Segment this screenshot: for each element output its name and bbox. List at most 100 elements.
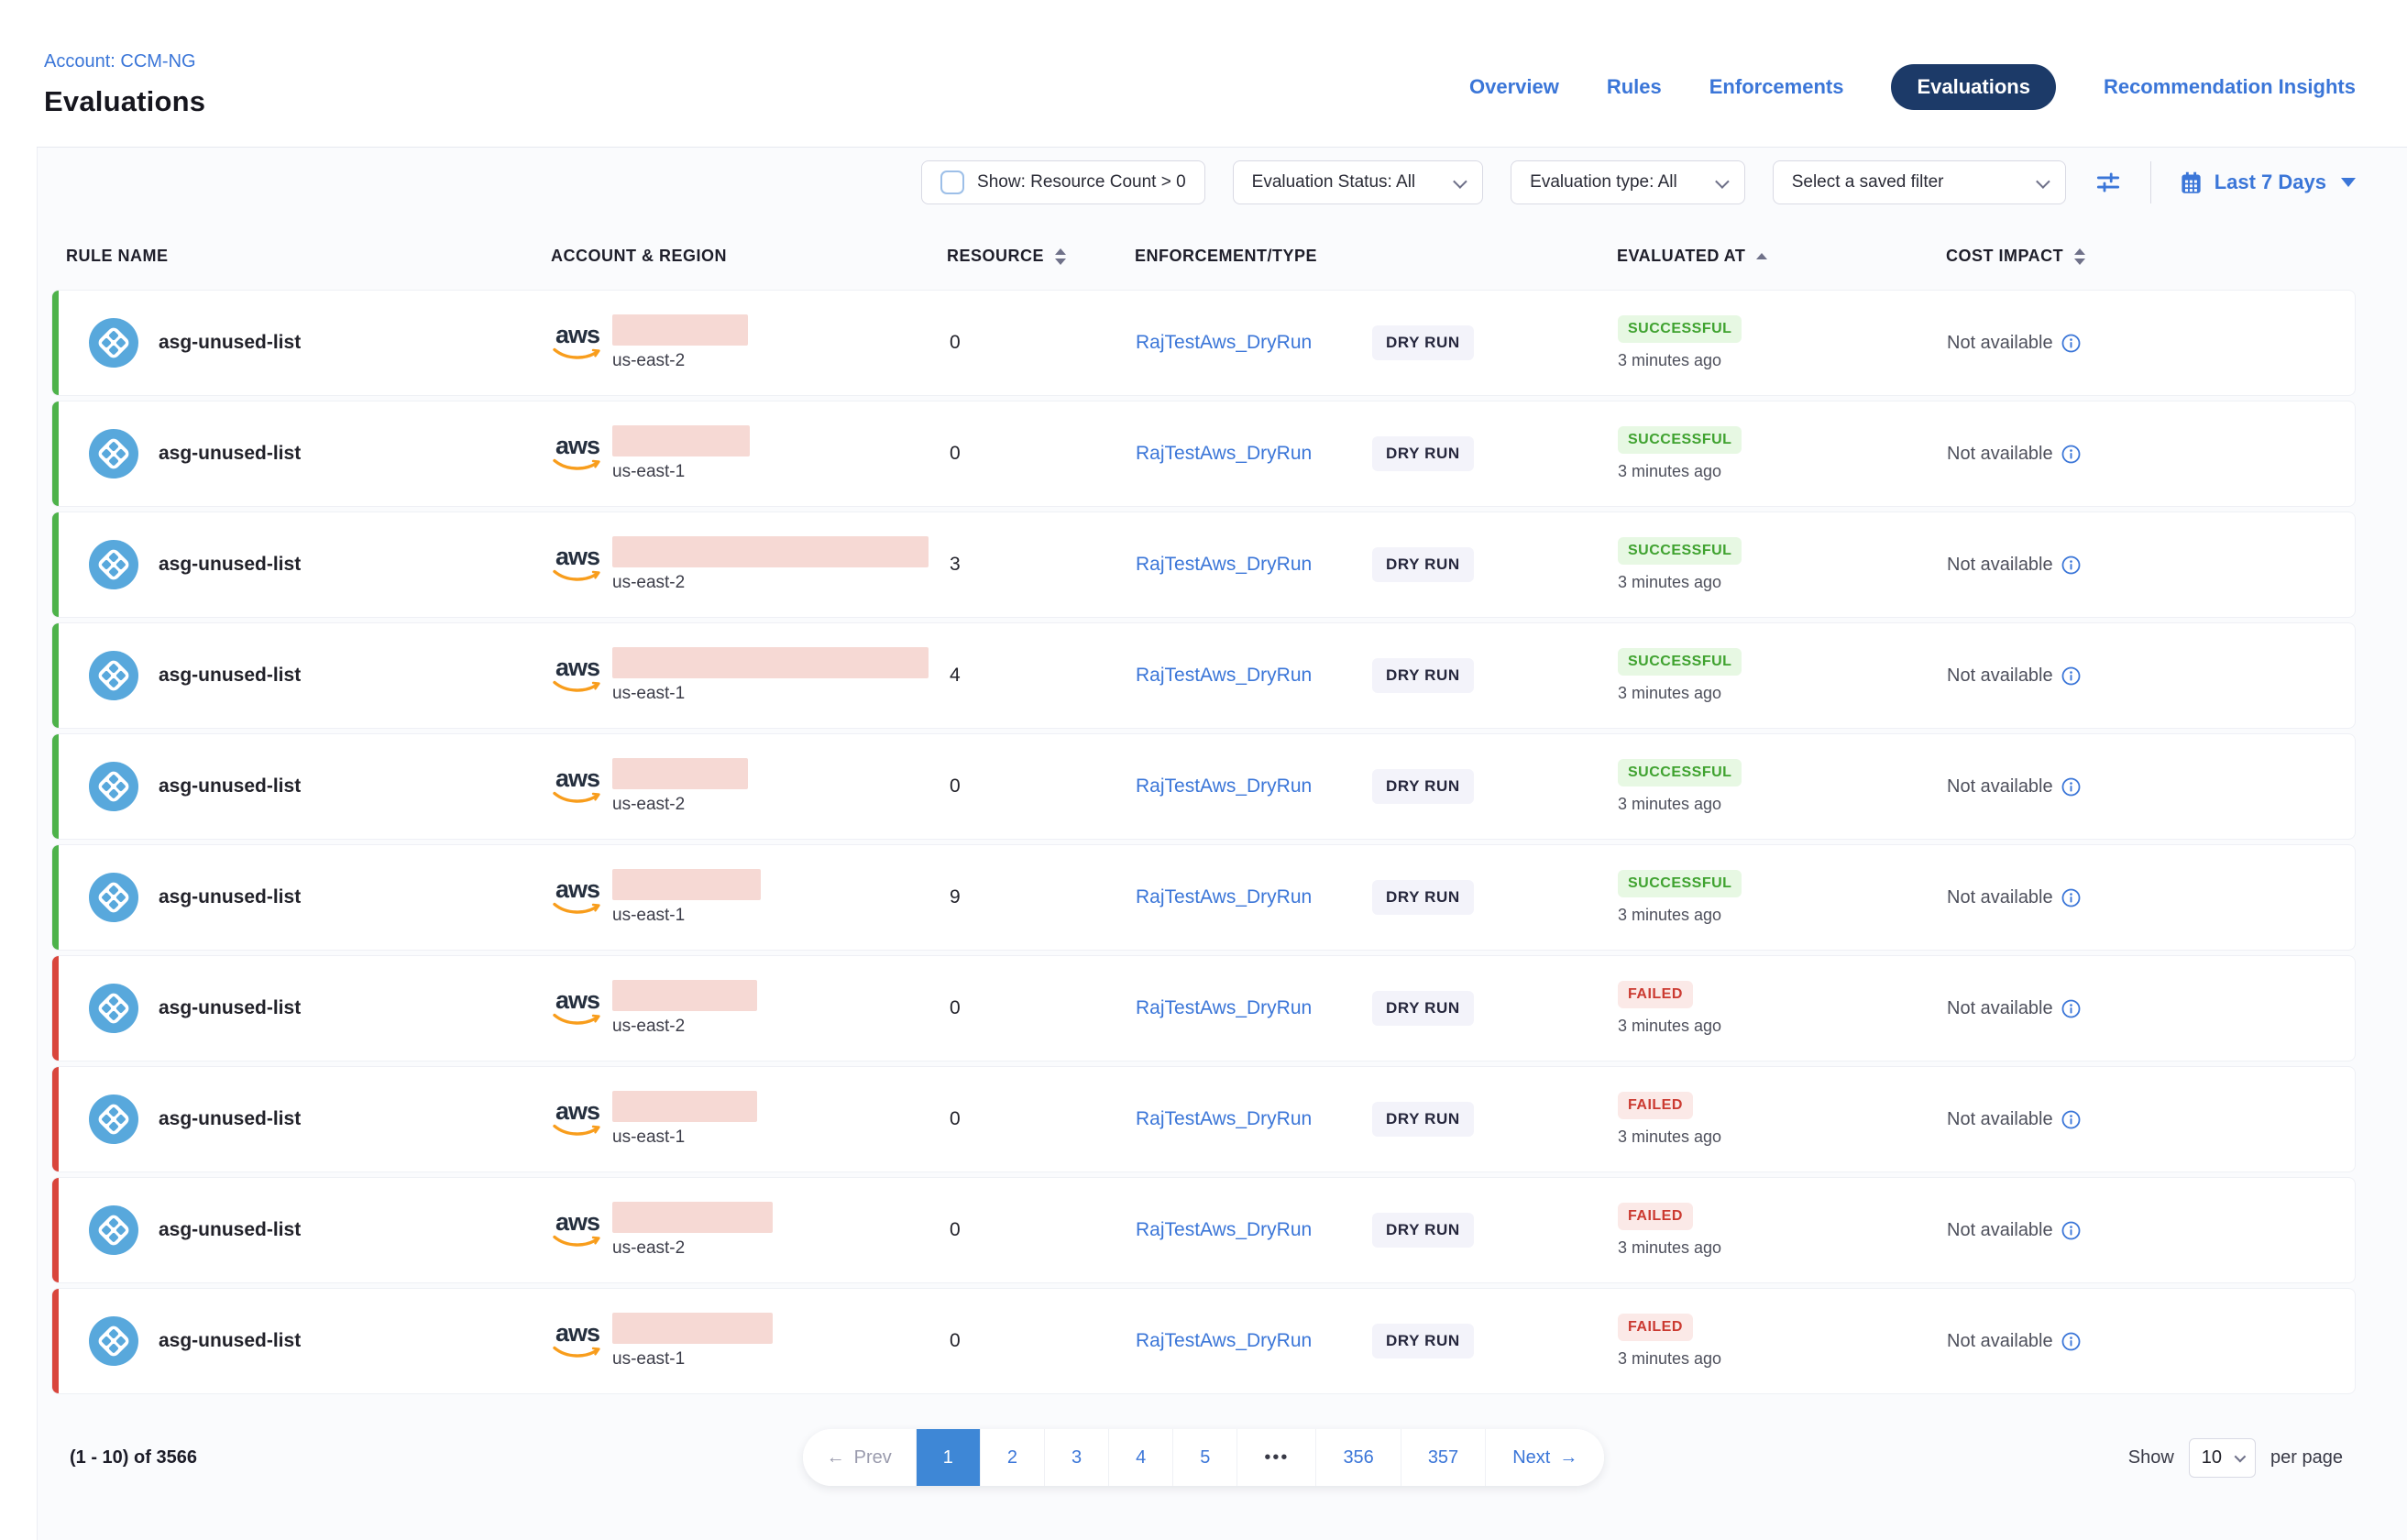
resource-count: 0 xyxy=(950,332,961,354)
table-row[interactable]: asg-unused-list aws us-east-2 3 RajTestA… xyxy=(51,512,2356,618)
page-size-select[interactable]: 10 xyxy=(2189,1438,2256,1478)
info-icon[interactable] xyxy=(2061,556,2081,575)
evaluation-type-badge: DRY RUN xyxy=(1372,769,1474,804)
chevron-down-icon xyxy=(2036,174,2050,189)
region-label: us-east-1 xyxy=(612,684,929,704)
resource-count-filter[interactable]: Show: Resource Count > 0 xyxy=(921,160,1205,204)
table-row[interactable]: asg-unused-list aws us-east-1 0 RajTestA… xyxy=(51,1288,2356,1394)
info-icon[interactable] xyxy=(2061,999,2081,1018)
enforcement-link[interactable]: RajTestAws_DryRun xyxy=(1136,443,1372,465)
tab-overview[interactable]: Overview xyxy=(1469,75,1559,99)
aws-logo: aws xyxy=(552,1210,603,1248)
evaluated-time: 3 minutes ago xyxy=(1618,684,1721,703)
page-button-2[interactable]: 2 xyxy=(980,1429,1044,1486)
evaluation-type-badge: DRY RUN xyxy=(1372,436,1474,471)
chevron-down-icon xyxy=(2235,1450,2247,1462)
aws-logo: aws xyxy=(552,877,603,916)
enforcement-link[interactable]: RajTestAws_DryRun xyxy=(1136,1330,1372,1352)
page-button-1[interactable]: 1 xyxy=(916,1429,980,1486)
aws-logo: aws xyxy=(552,1321,603,1359)
saved-filter-select[interactable]: Select a saved filter xyxy=(1773,160,2066,204)
resource-count: 4 xyxy=(950,665,961,687)
cost-impact-value: Not available xyxy=(1947,555,2053,576)
rule-name: asg-unused-list xyxy=(159,1219,301,1241)
chevron-down-icon xyxy=(1453,174,1467,189)
page-ellipsis-button[interactable]: ••• xyxy=(1236,1429,1315,1486)
status-badge: SUCCESSFUL xyxy=(1618,759,1742,786)
cost-impact-value: Not available xyxy=(1947,887,2053,908)
region-label: us-east-2 xyxy=(612,351,748,371)
table-row[interactable]: asg-unused-list aws us-east-2 0 RajTestA… xyxy=(51,955,2356,1062)
enforcement-link[interactable]: RajTestAws_DryRun xyxy=(1136,554,1372,576)
evaluation-type-badge: DRY RUN xyxy=(1372,991,1474,1026)
rule-name: asg-unused-list xyxy=(159,332,301,354)
resource-count-filter-label: Show: Resource Count > 0 xyxy=(977,172,1186,192)
page-header: Account: CCM-NG Evaluations Overview Rul… xyxy=(0,0,2407,147)
enforcement-link[interactable]: RajTestAws_DryRun xyxy=(1136,776,1372,798)
cost-impact-value: Not available xyxy=(1947,1109,2053,1130)
governance-rule-icon xyxy=(89,318,138,368)
table-row[interactable]: asg-unused-list aws us-east-1 9 RajTestA… xyxy=(51,844,2356,951)
rule-name: asg-unused-list xyxy=(159,776,301,798)
aws-logo: aws xyxy=(552,1099,603,1138)
table-row[interactable]: asg-unused-list aws us-east-2 0 RajTestA… xyxy=(51,733,2356,840)
date-range-picker[interactable]: Last 7 Days xyxy=(2179,170,2356,195)
pager: ←Prev 1 2 3 4 5 ••• 356 357 Next→ xyxy=(803,1429,1605,1486)
evaluated-time: 3 minutes ago xyxy=(1618,1238,1721,1258)
column-cost-impact[interactable]: COST IMPACT xyxy=(1946,247,2356,266)
redacted-account-id xyxy=(612,425,750,456)
page-button-357[interactable]: 357 xyxy=(1401,1429,1485,1486)
checkbox-icon[interactable] xyxy=(940,170,964,194)
evaluation-type-select[interactable]: Evaluation type: All xyxy=(1511,160,1745,204)
rule-name: asg-unused-list xyxy=(159,554,301,576)
page-button-5[interactable]: 5 xyxy=(1172,1429,1236,1486)
info-icon[interactable] xyxy=(2061,777,2081,797)
info-icon[interactable] xyxy=(2061,1221,2081,1240)
page-button-356[interactable]: 356 xyxy=(1315,1429,1400,1486)
enforcement-link[interactable]: RajTestAws_DryRun xyxy=(1136,1219,1372,1241)
column-evaluated-at[interactable]: EVALUATED AT xyxy=(1617,247,1946,266)
enforcement-link[interactable]: RajTestAws_DryRun xyxy=(1136,332,1372,354)
cost-impact-value: Not available xyxy=(1947,1331,2053,1352)
info-icon[interactable] xyxy=(2061,1110,2081,1129)
status-badge: SUCCESSFUL xyxy=(1618,537,1742,565)
info-icon[interactable] xyxy=(2061,334,2081,353)
table-row[interactable]: asg-unused-list aws us-east-1 4 RajTestA… xyxy=(51,622,2356,729)
enforcement-link[interactable]: RajTestAws_DryRun xyxy=(1136,665,1372,687)
tab-recommendation-insights[interactable]: Recommendation Insights xyxy=(2104,75,2356,99)
evaluation-status-select[interactable]: Evaluation Status: All xyxy=(1233,160,1484,204)
table-row[interactable]: asg-unused-list aws us-east-2 0 RajTestA… xyxy=(51,290,2356,396)
breadcrumb-account[interactable]: Account: CCM-NG xyxy=(44,51,196,72)
tab-rules[interactable]: Rules xyxy=(1607,75,1662,99)
info-icon[interactable] xyxy=(2061,888,2081,908)
per-page-label: per page xyxy=(2270,1447,2343,1468)
filter-settings-button[interactable] xyxy=(2094,168,2123,197)
info-icon[interactable] xyxy=(2061,445,2081,464)
governance-rule-icon xyxy=(89,1094,138,1144)
column-resource[interactable]: RESOURCE xyxy=(938,247,1135,266)
governance-rule-icon xyxy=(89,984,138,1033)
enforcement-link[interactable]: RajTestAws_DryRun xyxy=(1136,886,1372,908)
sliders-icon xyxy=(2094,168,2123,197)
enforcement-link[interactable]: RajTestAws_DryRun xyxy=(1136,997,1372,1019)
table-row[interactable]: asg-unused-list aws us-east-1 0 RajTestA… xyxy=(51,401,2356,507)
redacted-account-id xyxy=(612,1202,773,1233)
tab-evaluations[interactable]: Evaluations xyxy=(1891,64,2055,110)
per-page-control: Show 10 per page xyxy=(2128,1438,2343,1478)
info-icon[interactable] xyxy=(2061,666,2081,686)
prev-page-button[interactable]: ←Prev xyxy=(803,1429,916,1486)
next-page-button[interactable]: Next→ xyxy=(1485,1429,1604,1486)
evaluation-type-badge: DRY RUN xyxy=(1372,1324,1474,1358)
cost-impact-value: Not available xyxy=(1947,444,2053,465)
table-row[interactable]: asg-unused-list aws us-east-1 0 RajTestA… xyxy=(51,1066,2356,1172)
page-button-4[interactable]: 4 xyxy=(1108,1429,1172,1486)
status-badge: FAILED xyxy=(1618,1203,1693,1230)
region-label: us-east-1 xyxy=(612,1128,757,1148)
enforcement-link[interactable]: RajTestAws_DryRun xyxy=(1136,1108,1372,1130)
table-row[interactable]: asg-unused-list aws us-east-2 0 RajTestA… xyxy=(51,1177,2356,1283)
tab-enforcements[interactable]: Enforcements xyxy=(1709,75,1844,99)
info-icon[interactable] xyxy=(2061,1332,2081,1351)
redacted-account-id xyxy=(612,1313,773,1344)
page-button-3[interactable]: 3 xyxy=(1044,1429,1108,1486)
evaluations-table: RULE NAME ACCOUNT & REGION RESOURCE ENFO… xyxy=(51,247,2356,1394)
